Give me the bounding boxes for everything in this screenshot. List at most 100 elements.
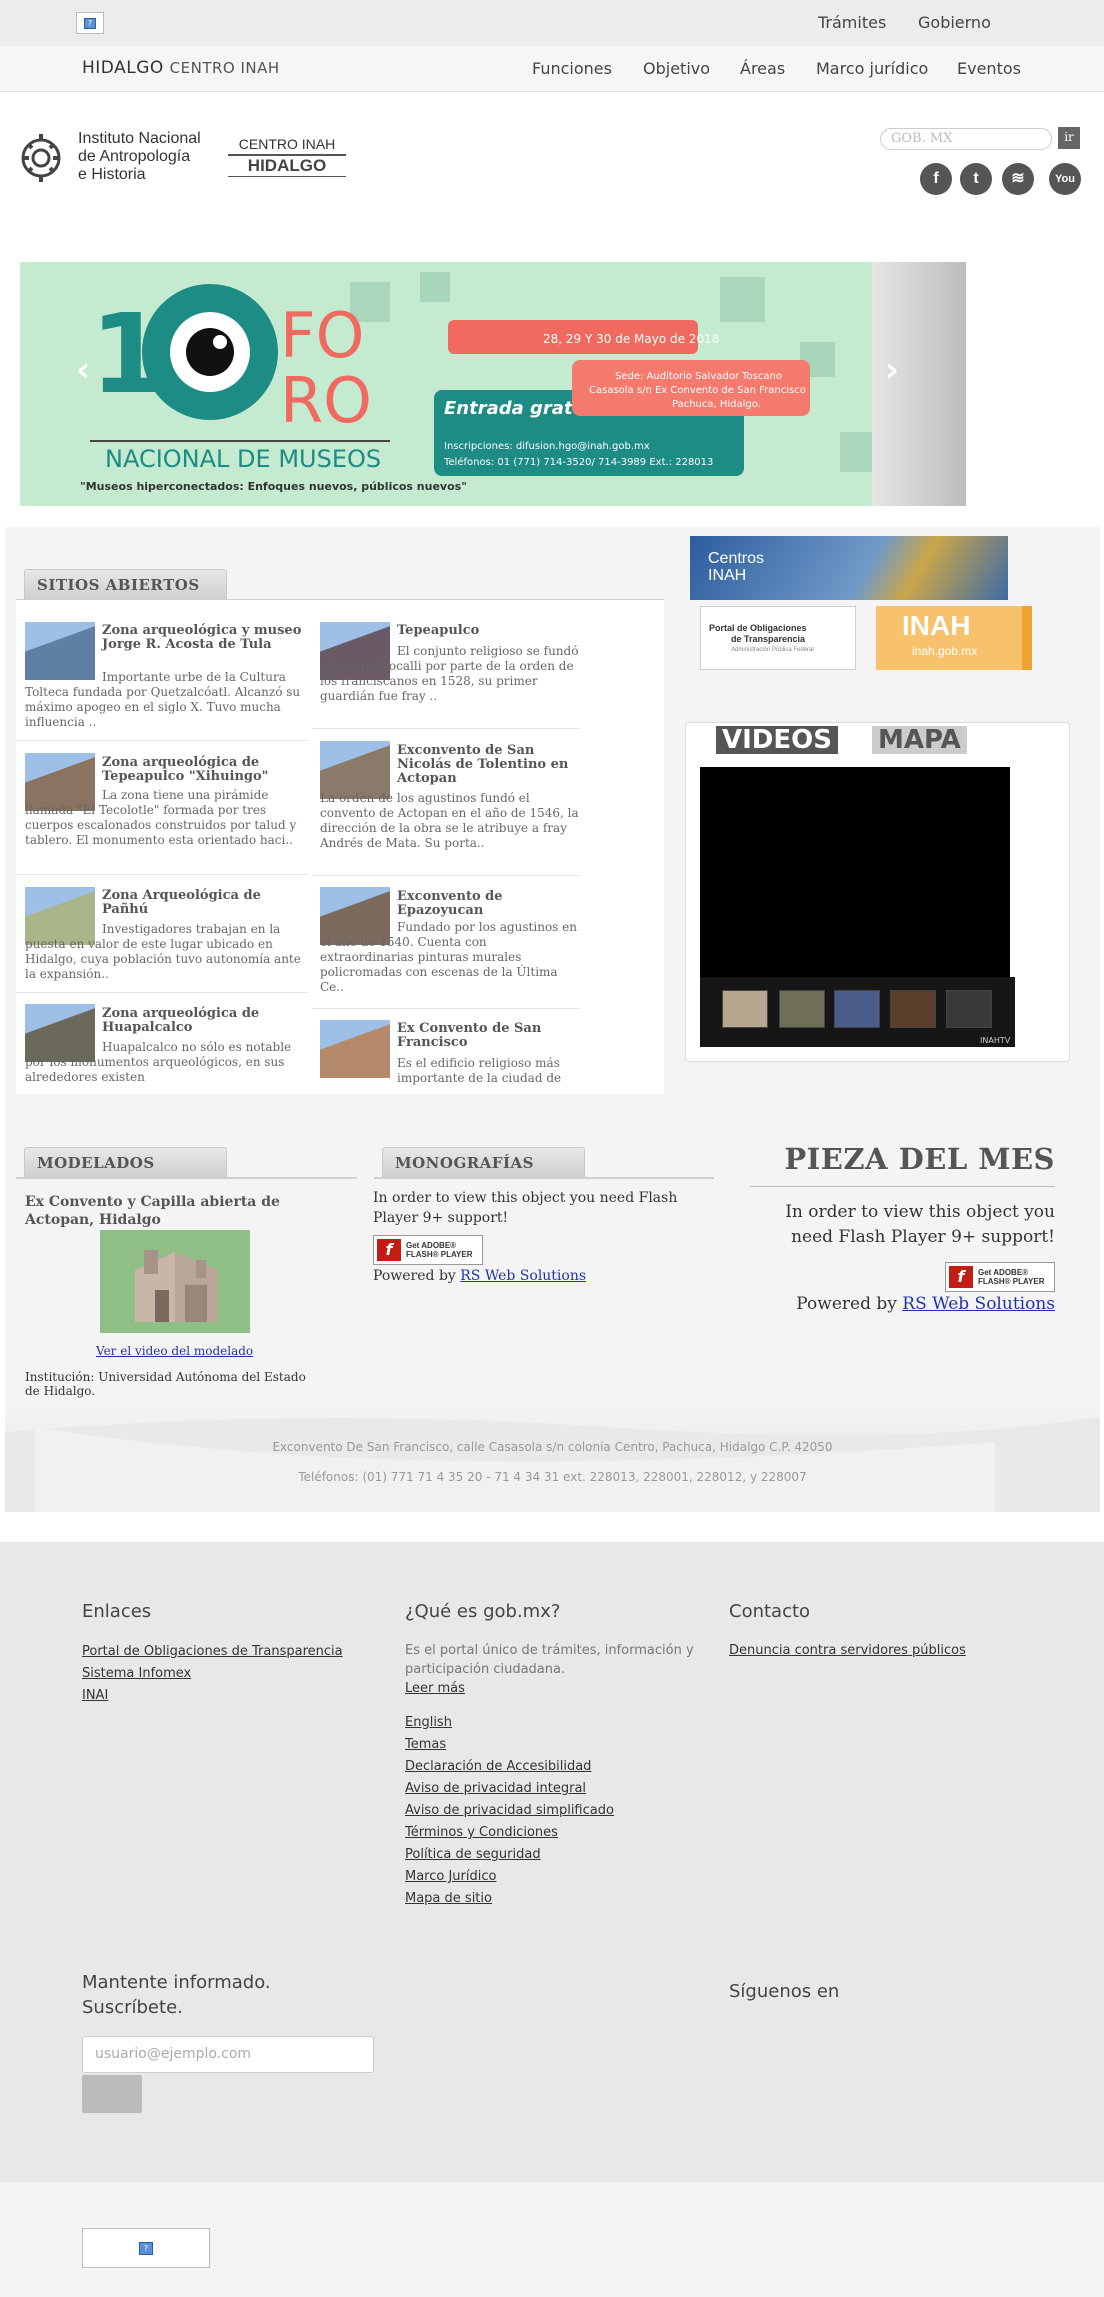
powered-by: Powered by RS Web Solutions: [373, 1268, 586, 1284]
site-title[interactable]: Ex Convento de San Francisco: [397, 1022, 577, 1050]
video-thumbnail[interactable]: [946, 990, 992, 1028]
get-flash-button[interactable]: f Get ADOBE® FLASH® PLAYER: [945, 1262, 1055, 1292]
flash-message: In order to view this object you need Fl…: [373, 1190, 678, 1226]
tramites-link[interactable]: Trámites: [818, 13, 886, 32]
rs-web-solutions-link[interactable]: RS Web Solutions: [902, 1294, 1055, 1314]
svg-text:28, 29 Y 30 de Mayo de 2018: 28, 29 Y 30 de Mayo de 2018: [543, 332, 719, 346]
nav-objetivo[interactable]: Objetivo: [643, 59, 710, 78]
inah-gob-mx-banner[interactable]: INAH inah.gob.mx: [876, 606, 1032, 670]
model-title: Ex Convento y Capilla abierta de Actopan…: [25, 1194, 280, 1228]
site-thumbnail[interactable]: [320, 1020, 390, 1078]
footer-link[interactable]: Mapa de sitio: [405, 1891, 492, 1906]
modelados-heading: MODELADOS: [24, 1147, 227, 1177]
facebook-icon[interactable]: f: [920, 163, 952, 195]
centros-line: INAH: [708, 567, 747, 584]
site-desc: Fundado por los agustinos en el año de 1…: [320, 920, 577, 994]
rs-web-solutions-link[interactable]: RS Web Solutions: [460, 1268, 586, 1284]
denuncia-link[interactable]: Denuncia contra servidores públicos: [729, 1643, 966, 1658]
site-title[interactable]: Tepeapulco: [397, 624, 577, 638]
event-banner[interactable]: 10 FO RO NACIONAL DE MUSEOS "Museos hipe…: [20, 262, 966, 506]
inah-big-text: INAH: [902, 610, 971, 641]
carousel-next-icon[interactable]: ›: [885, 350, 899, 390]
site-desc: La zona tiene una pirámide llamada "El T…: [25, 788, 297, 847]
missing-image-icon[interactable]: ?: [76, 12, 104, 34]
portal-obligaciones-banner[interactable]: Portal de Obligaciones de Transparencia …: [700, 606, 856, 670]
divider: [16, 874, 308, 875]
footer-link[interactable]: Marco Jurídico: [405, 1869, 496, 1884]
footer-link[interactable]: Portal de Obligaciones de Transparencia: [82, 1644, 343, 1659]
divider: [312, 728, 580, 729]
banner-graphic: 10 FO RO NACIONAL DE MUSEOS "Museos hipe…: [20, 262, 892, 506]
footer-link[interactable]: Sistema Infomex: [82, 1666, 191, 1681]
siguenos-heading: Síguenos en: [729, 1981, 840, 2002]
search-button[interactable]: ir: [1058, 127, 1080, 149]
section-line: [16, 1177, 357, 1179]
footer-link[interactable]: Aviso de privacidad integral: [405, 1781, 586, 1796]
site-title[interactable]: Zona arqueológica de Huapalcalco: [102, 1007, 302, 1035]
footer-link[interactable]: Términos y Condiciones: [405, 1825, 558, 1840]
site-desc: Huapalcalco no sólo es notable por los m…: [25, 1040, 292, 1084]
centros-line: Centros: [708, 550, 765, 567]
divider: [312, 1008, 580, 1009]
nav-funciones[interactable]: Funciones: [532, 59, 612, 78]
section-line: [750, 1186, 1055, 1187]
footer-link[interactable]: Declaración de Accesibilidad: [405, 1759, 591, 1774]
site-title[interactable]: Exconvento de Epazoyucan: [397, 890, 577, 918]
brand-sub: CENTRO INAH: [169, 59, 280, 77]
footer-link[interactable]: INAI: [82, 1688, 108, 1703]
svg-text:NACIONAL DE MUSEOS: NACIONAL DE MUSEOS: [105, 445, 381, 473]
rss-icon[interactable]: ≋: [1002, 163, 1034, 195]
contacto-heading: Contacto: [729, 1601, 811, 1622]
footer-link[interactable]: Aviso de privacidad simplificado: [405, 1803, 614, 1818]
footer-link[interactable]: Política de seguridad: [405, 1847, 541, 1862]
centro-line1: CENTRO INAH: [228, 136, 346, 156]
video-thumbnail[interactable]: [722, 990, 768, 1028]
site-brand[interactable]: HIDALGO CENTRO INAH: [82, 58, 280, 78]
subscribe-button[interactable]: [82, 2075, 142, 2113]
phone-line: Teléfonos: (01) 771 71 4 35 20 - 71 4 34…: [298, 1470, 807, 1484]
flash-message: In order to view this object you need Fl…: [785, 1202, 1055, 1247]
video-thumbnail[interactable]: [890, 990, 936, 1028]
search-input[interactable]: GOB. MX: [880, 128, 1052, 150]
divider: [16, 740, 308, 741]
site-desc: Es el edificio religioso más importante …: [397, 1056, 562, 1085]
site-desc: Investigadores trabajan en la puesta en …: [25, 922, 301, 981]
twitter-icon[interactable]: t: [960, 163, 992, 195]
gob-footer: [0, 1542, 1104, 2182]
svg-text:RO: RO: [280, 364, 372, 437]
video-thumbnail[interactable]: [834, 990, 880, 1028]
site-title[interactable]: Zona arqueológica de Tepeapulco "Xihuing…: [102, 756, 302, 784]
nav-marco-juridico[interactable]: Marco jurídico: [816, 59, 928, 78]
footer-link[interactable]: Temas: [405, 1737, 446, 1752]
video-thumbnail[interactable]: [779, 990, 825, 1028]
email-field[interactable]: usuario@ejemplo.com: [82, 2036, 374, 2073]
get-flash-button[interactable]: f Get ADOBE® FLASH® PLAYER: [373, 1235, 483, 1265]
tab-mapa[interactable]: MAPA: [872, 726, 967, 754]
model-institution: Institución: Universidad Autónoma del Es…: [25, 1370, 306, 1398]
site-title[interactable]: Exconvento de San Nicolás de Tolentino e…: [397, 744, 577, 786]
gob-top-bar: ? Trámites Gobierno: [0, 0, 1104, 46]
nav-areas[interactable]: Áreas: [740, 59, 785, 78]
carousel-prev-icon[interactable]: ‹: [76, 350, 90, 390]
subscribe-heading: Mantente informado. Suscríbete.: [82, 1970, 271, 2020]
video-player[interactable]: [700, 767, 1010, 977]
missing-image-icon[interactable]: ?: [82, 2228, 210, 2268]
nav-eventos[interactable]: Eventos: [957, 59, 1021, 78]
youtube-icon[interactable]: You: [1049, 163, 1081, 195]
sitios-abiertos-heading: SITIOS ABIERTOS: [24, 569, 227, 599]
svg-text:"Museos hiperconectados: Enfoq: "Museos hiperconectados: Enfoques nuevos…: [80, 480, 467, 493]
gobierno-link[interactable]: Gobierno: [918, 13, 991, 32]
centros-inah-banner[interactable]: Centros INAH: [690, 536, 1008, 600]
pieza-del-mes-heading: PIEZA DEL MES: [784, 1142, 1055, 1176]
site-title[interactable]: Zona Arqueológica de Pañhú: [102, 889, 302, 917]
svg-text:Sede: Auditorio Salvador Tosca: Sede: Auditorio Salvador Toscano: [615, 371, 782, 382]
logo-line: e Historia: [78, 166, 146, 183]
tab-videos[interactable]: VIDEOS: [716, 726, 838, 754]
divider: [312, 875, 580, 876]
site-title[interactable]: Zona arqueológica y museo Jorge R. Acost…: [102, 624, 302, 652]
inah-logo-icon: [21, 134, 61, 182]
model-video-link[interactable]: Ver el video del modelado: [96, 1344, 253, 1358]
leer-mas-link[interactable]: Leer más: [405, 1681, 465, 1696]
model-image[interactable]: [100, 1230, 250, 1333]
footer-link[interactable]: English: [405, 1715, 452, 1730]
